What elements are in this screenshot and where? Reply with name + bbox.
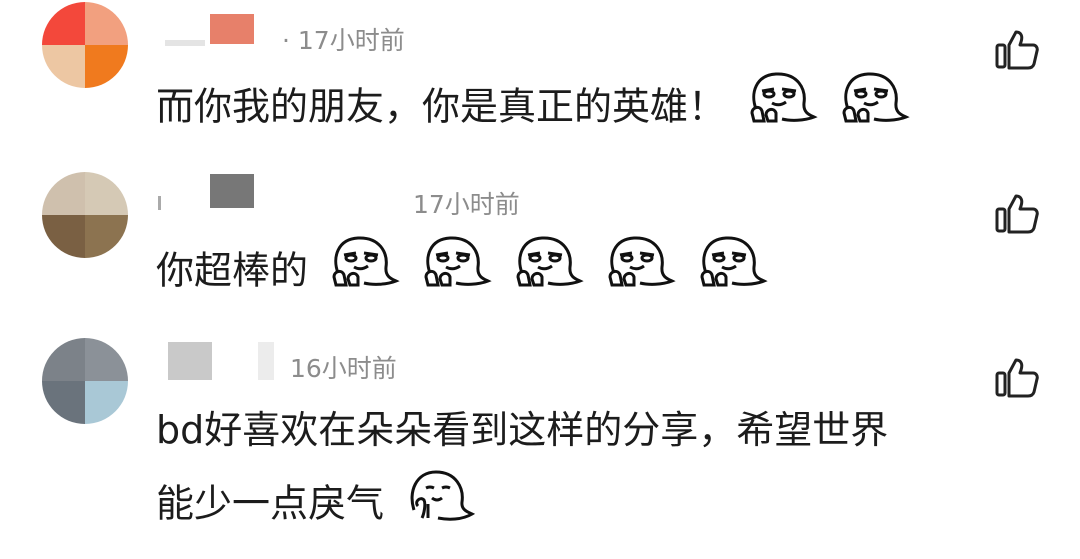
smirk-thumbs-emoji bbox=[696, 233, 769, 313]
avatar[interactable] bbox=[42, 2, 128, 88]
smirk-thumbs-emoji bbox=[746, 69, 818, 149]
comment-text: 而你我的朋友，你是真正的英雄！ bbox=[156, 69, 910, 149]
like-button[interactable] bbox=[994, 192, 1040, 236]
comment-text-line-2: 能少一点戾气 bbox=[156, 481, 385, 526]
username-blur bbox=[158, 196, 161, 210]
avatar[interactable] bbox=[42, 338, 128, 424]
thumbs-up-icon bbox=[994, 30, 1040, 76]
smirk-thumbs-emoji bbox=[328, 233, 400, 313]
username-blur bbox=[258, 342, 274, 380]
smirk-thumbs-emoji bbox=[420, 233, 492, 313]
username[interactable] bbox=[168, 342, 212, 380]
username[interactable] bbox=[210, 174, 254, 208]
thumbs-up-icon bbox=[994, 358, 1040, 404]
avatar[interactable] bbox=[42, 172, 128, 258]
username-blur bbox=[165, 40, 205, 46]
like-button[interactable] bbox=[994, 356, 1040, 400]
thumbs-up-icon bbox=[994, 194, 1040, 240]
smirk-thumbs-emoji bbox=[512, 233, 584, 313]
comment-time: 16小时前 bbox=[290, 354, 397, 383]
comment-text: 你超棒的 bbox=[156, 233, 769, 313]
smirk-thumbs-emoji bbox=[604, 233, 677, 313]
comment-text-content: 你超棒的 bbox=[156, 248, 309, 293]
shy-ghost-emoji bbox=[404, 466, 476, 546]
like-button[interactable] bbox=[994, 28, 1040, 72]
comment-text: 能少一点戾气 bbox=[156, 466, 476, 546]
username[interactable] bbox=[210, 14, 254, 44]
comment-time: · 17小时前 bbox=[282, 26, 405, 55]
comment-time: 17小时前 bbox=[413, 190, 520, 219]
comment-text: bd好喜欢在朵朵看到这样的分享，希望世界 bbox=[156, 395, 888, 465]
comment-text-line-1: bd好喜欢在朵朵看到这样的分享，希望世界 bbox=[156, 408, 889, 452]
smirk-thumbs-emoji bbox=[838, 69, 910, 149]
comment-text-content: 而你我的朋友，你是真正的英雄！ bbox=[156, 84, 727, 129]
